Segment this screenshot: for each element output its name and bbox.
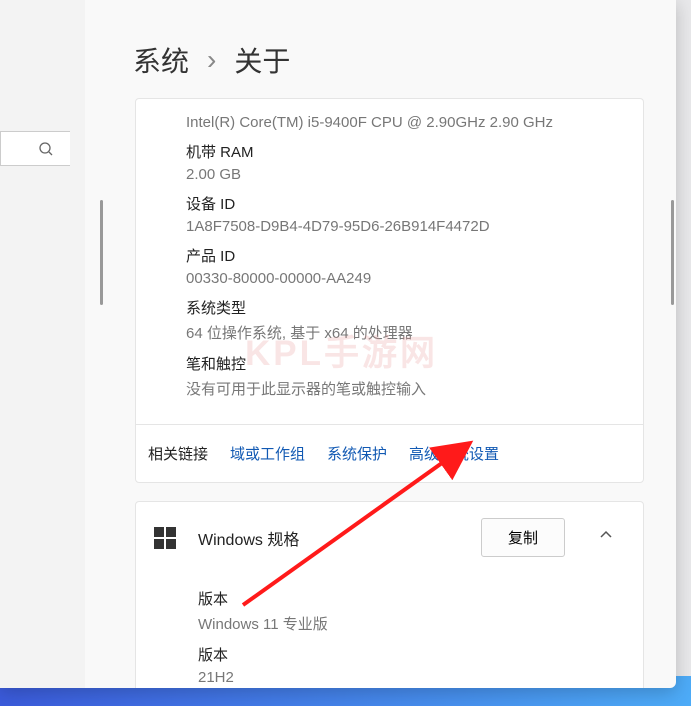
pen-value: 没有可用于此显示器的笔或触控输入 xyxy=(186,378,593,399)
related-links-row: 相关链接 域或工作组 系统保护 高级系统设置 xyxy=(136,424,643,482)
device-specs-card: Intel(R) Core(TM) i5-9400F CPU @ 2.90GHz… xyxy=(135,98,644,483)
version-label: 版本 xyxy=(198,644,625,665)
ram-label: 机带 RAM xyxy=(186,141,593,162)
edition-value: Windows 11 专业版 xyxy=(198,613,625,634)
deviceid-label: 设备 ID xyxy=(186,193,593,214)
link-advanced-system-settings[interactable]: 高级系统设置 xyxy=(409,443,499,464)
windows-spec-title: Windows 规格 xyxy=(198,526,459,550)
link-domain-workgroup[interactable]: 域或工作组 xyxy=(230,443,305,464)
related-links-label: 相关链接 xyxy=(148,443,208,464)
productid-label: 产品 ID xyxy=(186,245,593,266)
link-system-protection[interactable]: 系统保护 xyxy=(327,443,387,464)
scrollbar-right[interactable] xyxy=(671,200,674,305)
pen-label: 笔和触控 xyxy=(186,353,593,374)
windows-icon xyxy=(154,527,176,549)
edition-label: 版本 xyxy=(198,588,625,609)
breadcrumb: 系统 › 关于 xyxy=(95,0,676,98)
copy-button[interactable]: 复制 xyxy=(481,518,565,557)
version-value: 21H2 xyxy=(198,669,625,686)
systype-label: 系统类型 xyxy=(186,297,593,318)
systype-value: 64 位操作系统, 基于 x64 的处理器 xyxy=(186,322,593,343)
deviceid-value: 1A8F7508-D9B4-4D79-95D6-26B914F4472D xyxy=(186,218,593,235)
windows-spec-card[interactable]: Windows 规格 复制 版本 Windows 11 专业版 版本 21H2 … xyxy=(135,501,644,688)
breadcrumb-parent[interactable]: 系统 xyxy=(133,40,189,80)
productid-value: 00330-80000-00000-AA249 xyxy=(186,270,593,287)
search-icon xyxy=(38,141,54,157)
ram-value: 2.00 GB xyxy=(186,166,593,183)
cpu-value: Intel(R) Core(TM) i5-9400F CPU @ 2.90GHz… xyxy=(186,114,593,131)
search-input[interactable] xyxy=(0,131,70,166)
breadcrumb-separator: › xyxy=(207,44,216,76)
chevron-up-icon[interactable] xyxy=(587,522,625,553)
breadcrumb-current: 关于 xyxy=(234,40,290,80)
